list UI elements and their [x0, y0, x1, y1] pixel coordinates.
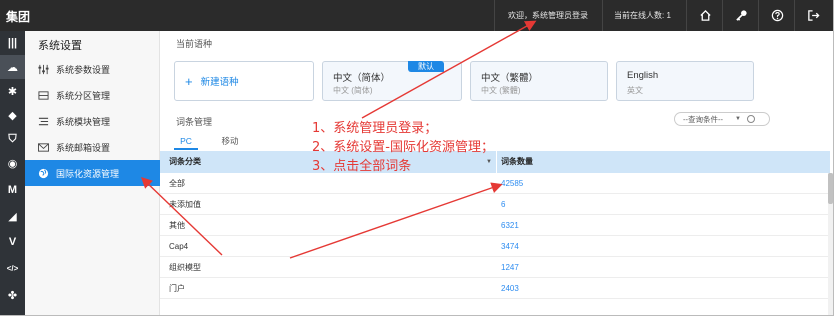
sidebar-item-label: 系统分区管理: [56, 90, 111, 101]
row-count-link[interactable]: 6321: [501, 215, 519, 236]
language-name: 中文（简体）: [333, 73, 391, 84]
annotation-step-2: 2、系统设置-国际化资源管理；: [312, 140, 494, 155]
annotation-step-1: 1、系统管理员登录；: [312, 121, 438, 136]
annotation-step-3: 3、点击全部词条: [312, 159, 412, 174]
new-language-button[interactable]: + 新建语种: [174, 61, 314, 101]
puzzle-icon[interactable]: ✤: [0, 283, 25, 307]
language-name: English: [627, 70, 659, 81]
sidebar-item-label: 系统邮箱设置: [56, 142, 111, 153]
circle-icon[interactable]: ◉: [0, 151, 25, 175]
divider: [686, 0, 687, 31]
online-users-count: 当前在线人数: 1: [614, 11, 671, 20]
new-language-label: 新建语种: [200, 77, 239, 88]
query-placeholder: --查询条件--: [683, 114, 723, 124]
code-icon[interactable]: </>: [0, 256, 25, 280]
table-row[interactable]: 其他 6321: [160, 215, 828, 236]
divider: [494, 0, 495, 31]
tab-mobile[interactable]: 移动: [216, 134, 244, 150]
tab-pc[interactable]: PC: [174, 134, 198, 150]
sidebar-item-modules[interactable]: 系统模块管理: [25, 108, 160, 134]
sidebar-item-partitions[interactable]: 系统分区管理: [25, 82, 160, 108]
divider: [602, 0, 603, 31]
sidebar-item-mailbox[interactable]: 系统邮箱设置: [25, 134, 160, 160]
row-category: 未添加值: [169, 200, 201, 209]
row-count-link[interactable]: 1247: [501, 257, 519, 278]
row-category: 组织模型: [169, 263, 201, 272]
tag-icon[interactable]: ◆: [0, 103, 25, 127]
table-row[interactable]: 门户 2403: [160, 278, 828, 299]
divider: [758, 0, 759, 31]
row-category: Cap4: [169, 242, 189, 251]
column-header-count[interactable]: 词条数量: [501, 151, 533, 173]
divider: [794, 0, 795, 31]
sidebar-item-label: 系统参数设置: [56, 64, 111, 75]
language-card-zh-tw[interactable]: 中文（繁體） 中文 (繁體): [470, 61, 608, 101]
drive-icon: [37, 89, 49, 101]
entries-title: 词条管理: [176, 117, 213, 127]
table-row[interactable]: 未添加值 6: [160, 194, 828, 215]
gear-icon[interactable]: ✱: [0, 79, 25, 103]
query-select[interactable]: --查询条件-- ▼: [674, 112, 770, 126]
language-subtitle: 中文 (简体): [333, 86, 373, 95]
welcome-user-link[interactable]: 欢迎，系统管理员登录: [508, 0, 588, 31]
list-icon: [37, 115, 49, 127]
search-icon[interactable]: [746, 115, 755, 123]
table-row[interactable]: 全部 42585: [160, 173, 828, 194]
brand-logo: 集团: [6, 10, 31, 24]
platform-tabs: PC 移动: [160, 134, 833, 150]
row-count-link[interactable]: 6: [501, 194, 505, 215]
default-badge: 默认: [408, 61, 444, 72]
row-count-link[interactable]: 42585: [501, 173, 523, 194]
column-divider: [496, 151, 497, 173]
icon-rail: ||| ☁ ✱ ◆ ⛉ ◉ M ◢ V </> ✤: [0, 31, 25, 315]
sidebar-item-label: 系统模块管理: [56, 116, 111, 127]
plus-icon: +: [185, 73, 193, 89]
cloud-icon[interactable]: ☁: [0, 55, 25, 79]
current-language-title: 当前语种: [176, 39, 213, 49]
table-header: 词条分类 ▼ 词条数量: [160, 151, 830, 173]
column-header-category[interactable]: 词条分类: [169, 151, 201, 173]
sidebar-item-parameters[interactable]: 系统参数设置: [25, 56, 160, 82]
grid-icon[interactable]: |||: [0, 31, 25, 55]
divider: [722, 0, 723, 31]
row-category: 全部: [169, 179, 185, 188]
logout-icon[interactable]: [796, 0, 830, 31]
scrollbar-thumb[interactable]: [828, 173, 833, 204]
key-icon[interactable]: [724, 0, 758, 31]
home-icon[interactable]: [688, 0, 722, 31]
shield-icon[interactable]: ⛉: [0, 127, 25, 151]
settings-sidebar: 系统设置 系统参数设置 系统分区管理 系统模块管理 系统邮箱设置 国际化资源管理: [25, 31, 160, 315]
main-content: 当前语种 + 新建语种 中文（简体） 中文 (简体) 默认 中文（繁體） 中文 …: [160, 31, 833, 315]
help-icon[interactable]: [760, 0, 794, 31]
envelope-icon: [37, 141, 49, 153]
language-card-en[interactable]: English 英文: [616, 61, 754, 101]
check-icon[interactable]: V: [0, 230, 25, 254]
sidebar-title: 系统设置: [38, 40, 82, 52]
language-name: 中文（繁體）: [481, 73, 539, 84]
row-category: 其他: [169, 221, 185, 230]
language-subtitle: 中文 (繁體): [481, 86, 521, 95]
chart-icon[interactable]: ◢: [0, 204, 25, 228]
table-row[interactable]: 组织模型 1247: [160, 257, 828, 278]
top-bar: 集团 欢迎，系统管理员登录 当前在线人数: 1: [0, 0, 833, 31]
row-category: 门户: [169, 284, 185, 293]
globe-icon: [37, 167, 49, 179]
mail-m-icon[interactable]: M: [0, 178, 25, 202]
sliders-icon: [37, 63, 49, 75]
sidebar-item-i18n[interactable]: 国际化资源管理: [25, 160, 160, 186]
language-subtitle: 英文: [627, 86, 643, 95]
row-count-link[interactable]: 2403: [501, 278, 519, 299]
chevron-down-icon: ▼: [735, 116, 741, 122]
sidebar-item-label: 国际化资源管理: [56, 168, 120, 179]
app-window: 集团 欢迎，系统管理员登录 当前在线人数: 1 ||| ☁ ✱ ◆ ⛉ ◉ M …: [0, 0, 834, 316]
row-count-link[interactable]: 3474: [501, 236, 519, 257]
table-row[interactable]: Cap4 3474: [160, 236, 828, 257]
